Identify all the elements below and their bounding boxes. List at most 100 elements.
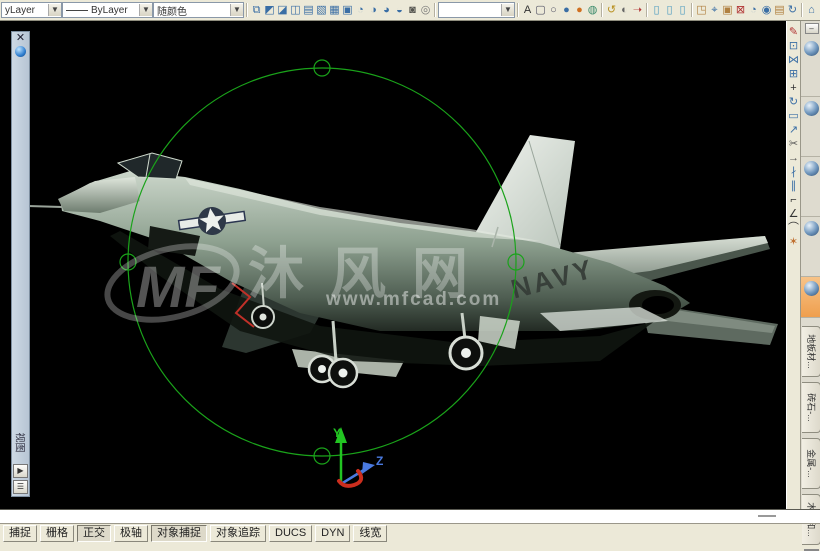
- linetype-combo[interactable]: ByLayer ▼: [62, 2, 153, 18]
- fillet-icon[interactable]: ⌒: [787, 221, 800, 235]
- explode-icon[interactable]: ✶: [787, 235, 800, 249]
- copy-icon[interactable]: ⊡: [787, 39, 800, 53]
- command-line-splitter[interactable]: [758, 515, 776, 517]
- view-cube-bottom-icon[interactable]: ◪: [276, 3, 289, 18]
- view-cube-iso-icon[interactable]: ▣: [341, 3, 354, 18]
- chevron-down-icon[interactable]: ▼: [501, 4, 514, 16]
- list-menu-icon[interactable]: ☰: [13, 480, 28, 494]
- erase-icon[interactable]: ✎: [787, 25, 800, 39]
- move-icon[interactable]: +: [787, 81, 800, 95]
- chevron-down-icon[interactable]: ▼: [139, 4, 152, 16]
- extend-icon[interactable]: →: [787, 151, 800, 165]
- osnap-toggle[interactable]: 对象捕捉: [151, 525, 207, 542]
- toolbar-separator: [517, 3, 519, 17]
- materials-icon[interactable]: ◍: [586, 3, 599, 18]
- linetype-value: ByLayer: [91, 4, 128, 16]
- palette-minimize-button[interactable]: –: [804, 23, 819, 34]
- wireframe-2d-icon[interactable]: ▢: [534, 3, 547, 18]
- play-animation-icon[interactable]: ▶: [13, 464, 28, 478]
- toolbar-separator: [646, 3, 648, 17]
- trim-icon[interactable]: ✂: [787, 137, 800, 151]
- render-sweep-icon[interactable]: ↺: [605, 3, 618, 18]
- render-icon[interactable]: ➝: [631, 3, 644, 18]
- tab-floor-materials[interactable]: 地板材...: [802, 326, 820, 377]
- material-samples: [801, 37, 820, 318]
- linetype-sample-line: [66, 9, 88, 11]
- orbit-ne-icon[interactable]: ◕: [380, 3, 393, 18]
- visual-style-icon-group: A ▢ ○ ● ● ◍: [521, 3, 599, 18]
- material-sphere-icon: [804, 41, 819, 56]
- plotstyle-combo[interactable]: 随颜色 ▼: [153, 2, 244, 18]
- tool-palette: – 地板材...砖石-...金属-...木材和...: [800, 21, 820, 551]
- polar-toggle[interactable]: 极轴: [114, 525, 148, 542]
- sphere-solid-icon[interactable]: ◉: [760, 3, 773, 18]
- view-cube-right-icon[interactable]: ▤: [302, 3, 315, 18]
- revolve-icon[interactable]: ↻: [786, 3, 799, 18]
- wireframe-3d-icon[interactable]: ○: [547, 3, 560, 18]
- rotate-icon[interactable]: ↻: [787, 95, 800, 109]
- ortho-toggle[interactable]: 正交: [77, 525, 111, 542]
- named-views-icon[interactable]: ⧉: [250, 3, 263, 18]
- point-light-icon[interactable]: ▯: [650, 3, 663, 18]
- viewport-canvas: NAVY MF 沐风网 www.mfcad.com Y Z: [27, 59, 778, 488]
- extrude-icon[interactable]: ▤: [773, 3, 786, 18]
- tab-masonry-materials[interactable]: 砖石-...: [802, 382, 820, 433]
- spot-light-icon[interactable]: ▯: [663, 3, 676, 18]
- tab-metal-materials[interactable]: 金属-...: [802, 438, 820, 489]
- layer-color-combo[interactable]: yLayer ▼: [1, 2, 62, 18]
- array-icon[interactable]: ⊞: [787, 67, 800, 81]
- chamfer-icon[interactable]: ∠: [787, 207, 800, 221]
- lineweight-toggle[interactable]: 线宽: [353, 525, 388, 542]
- target-compass-icon[interactable]: ◎: [419, 3, 432, 18]
- render-region-icon[interactable]: ◐: [618, 3, 631, 18]
- box-solid-icon[interactable]: ◳: [695, 3, 708, 18]
- material-sample-4[interactable]: [801, 217, 820, 277]
- material-sample-5[interactable]: [801, 277, 820, 318]
- material-sample-2[interactable]: [801, 97, 820, 157]
- orbit-nw-icon[interactable]: ◒: [393, 3, 406, 18]
- dyn-toggle[interactable]: DYN: [315, 525, 351, 542]
- top-toolbar: yLayer ▼ ByLayer ▼ 随颜色 ▼ ⧉ ◩ ◪ ◫ ▤ ▧ ▦ ▣ ◔ ◑ ◕ ◒ ◙ ◎ …: [0, 0, 820, 21]
- otrack-toggle[interactable]: 对象追踪: [210, 525, 266, 542]
- pitot-probe: [27, 205, 63, 208]
- axis-z-label: Z: [376, 454, 383, 468]
- text-style-icon[interactable]: A: [521, 3, 534, 18]
- orbit-sw-icon[interactable]: ◔: [354, 3, 367, 18]
- grid-toggle[interactable]: 栅格: [40, 525, 74, 542]
- cylinder-icon[interactable]: ◔: [747, 3, 760, 18]
- orbit-se-icon[interactable]: ◑: [367, 3, 380, 18]
- join-icon[interactable]: ⌐: [787, 193, 800, 207]
- polysolid-icon[interactable]: ⌖: [708, 3, 721, 18]
- snap-toggle[interactable]: 捕捉: [3, 525, 37, 542]
- view-cube-left-icon[interactable]: ◫: [289, 3, 302, 18]
- chevron-down-icon[interactable]: ▼: [230, 4, 243, 16]
- material-sample-3[interactable]: [801, 157, 820, 217]
- view-cube-back-icon[interactable]: ▦: [328, 3, 341, 18]
- command-line[interactable]: [0, 509, 820, 524]
- status-bar: 捕捉 栅格 正交 极轴 对象捕捉 对象追踪 DUCS DYN 线宽: [0, 524, 820, 543]
- break-point-icon[interactable]: ∤: [787, 165, 800, 179]
- conceptual-style-icon[interactable]: ●: [573, 3, 586, 18]
- ducs-toggle[interactable]: DUCS: [269, 525, 313, 542]
- distant-light-icon[interactable]: ▯: [676, 3, 689, 18]
- close-icon[interactable]: ✕: [16, 32, 25, 44]
- material-sample-1[interactable]: [801, 37, 820, 97]
- material-sphere-icon: [804, 281, 819, 296]
- view-cube-top-icon[interactable]: ◩: [263, 3, 276, 18]
- model-viewport[interactable]: NAVY MF 沐风网 www.mfcad.com Y Z ✕ 视图 ▶ ☰: [0, 21, 786, 509]
- lights-icon-group: ▯ ▯ ▯: [650, 3, 689, 18]
- constrained-orbit-icon[interactable]: [15, 46, 26, 57]
- mirror-icon[interactable]: ⋈: [787, 53, 800, 67]
- realistic-style-icon[interactable]: ●: [560, 3, 573, 18]
- chevron-down-icon[interactable]: ▼: [48, 4, 61, 16]
- cube-solid-icon[interactable]: ▣: [721, 3, 734, 18]
- camera-icon[interactable]: ◙: [406, 3, 419, 18]
- view-cube-front-icon[interactable]: ▧: [315, 3, 328, 18]
- wedge-icon[interactable]: ⊠: [734, 3, 747, 18]
- stretch-icon[interactable]: ↗: [787, 123, 800, 137]
- scale-icon[interactable]: ▭: [787, 109, 800, 123]
- union-icon[interactable]: ⌂: [805, 3, 818, 18]
- view-combo[interactable]: ▼: [438, 2, 515, 18]
- break-icon[interactable]: ∥: [787, 179, 800, 193]
- main-row: NAVY MF 沐风网 www.mfcad.com Y Z ✕ 视图 ▶ ☰ ✎…: [0, 21, 820, 551]
